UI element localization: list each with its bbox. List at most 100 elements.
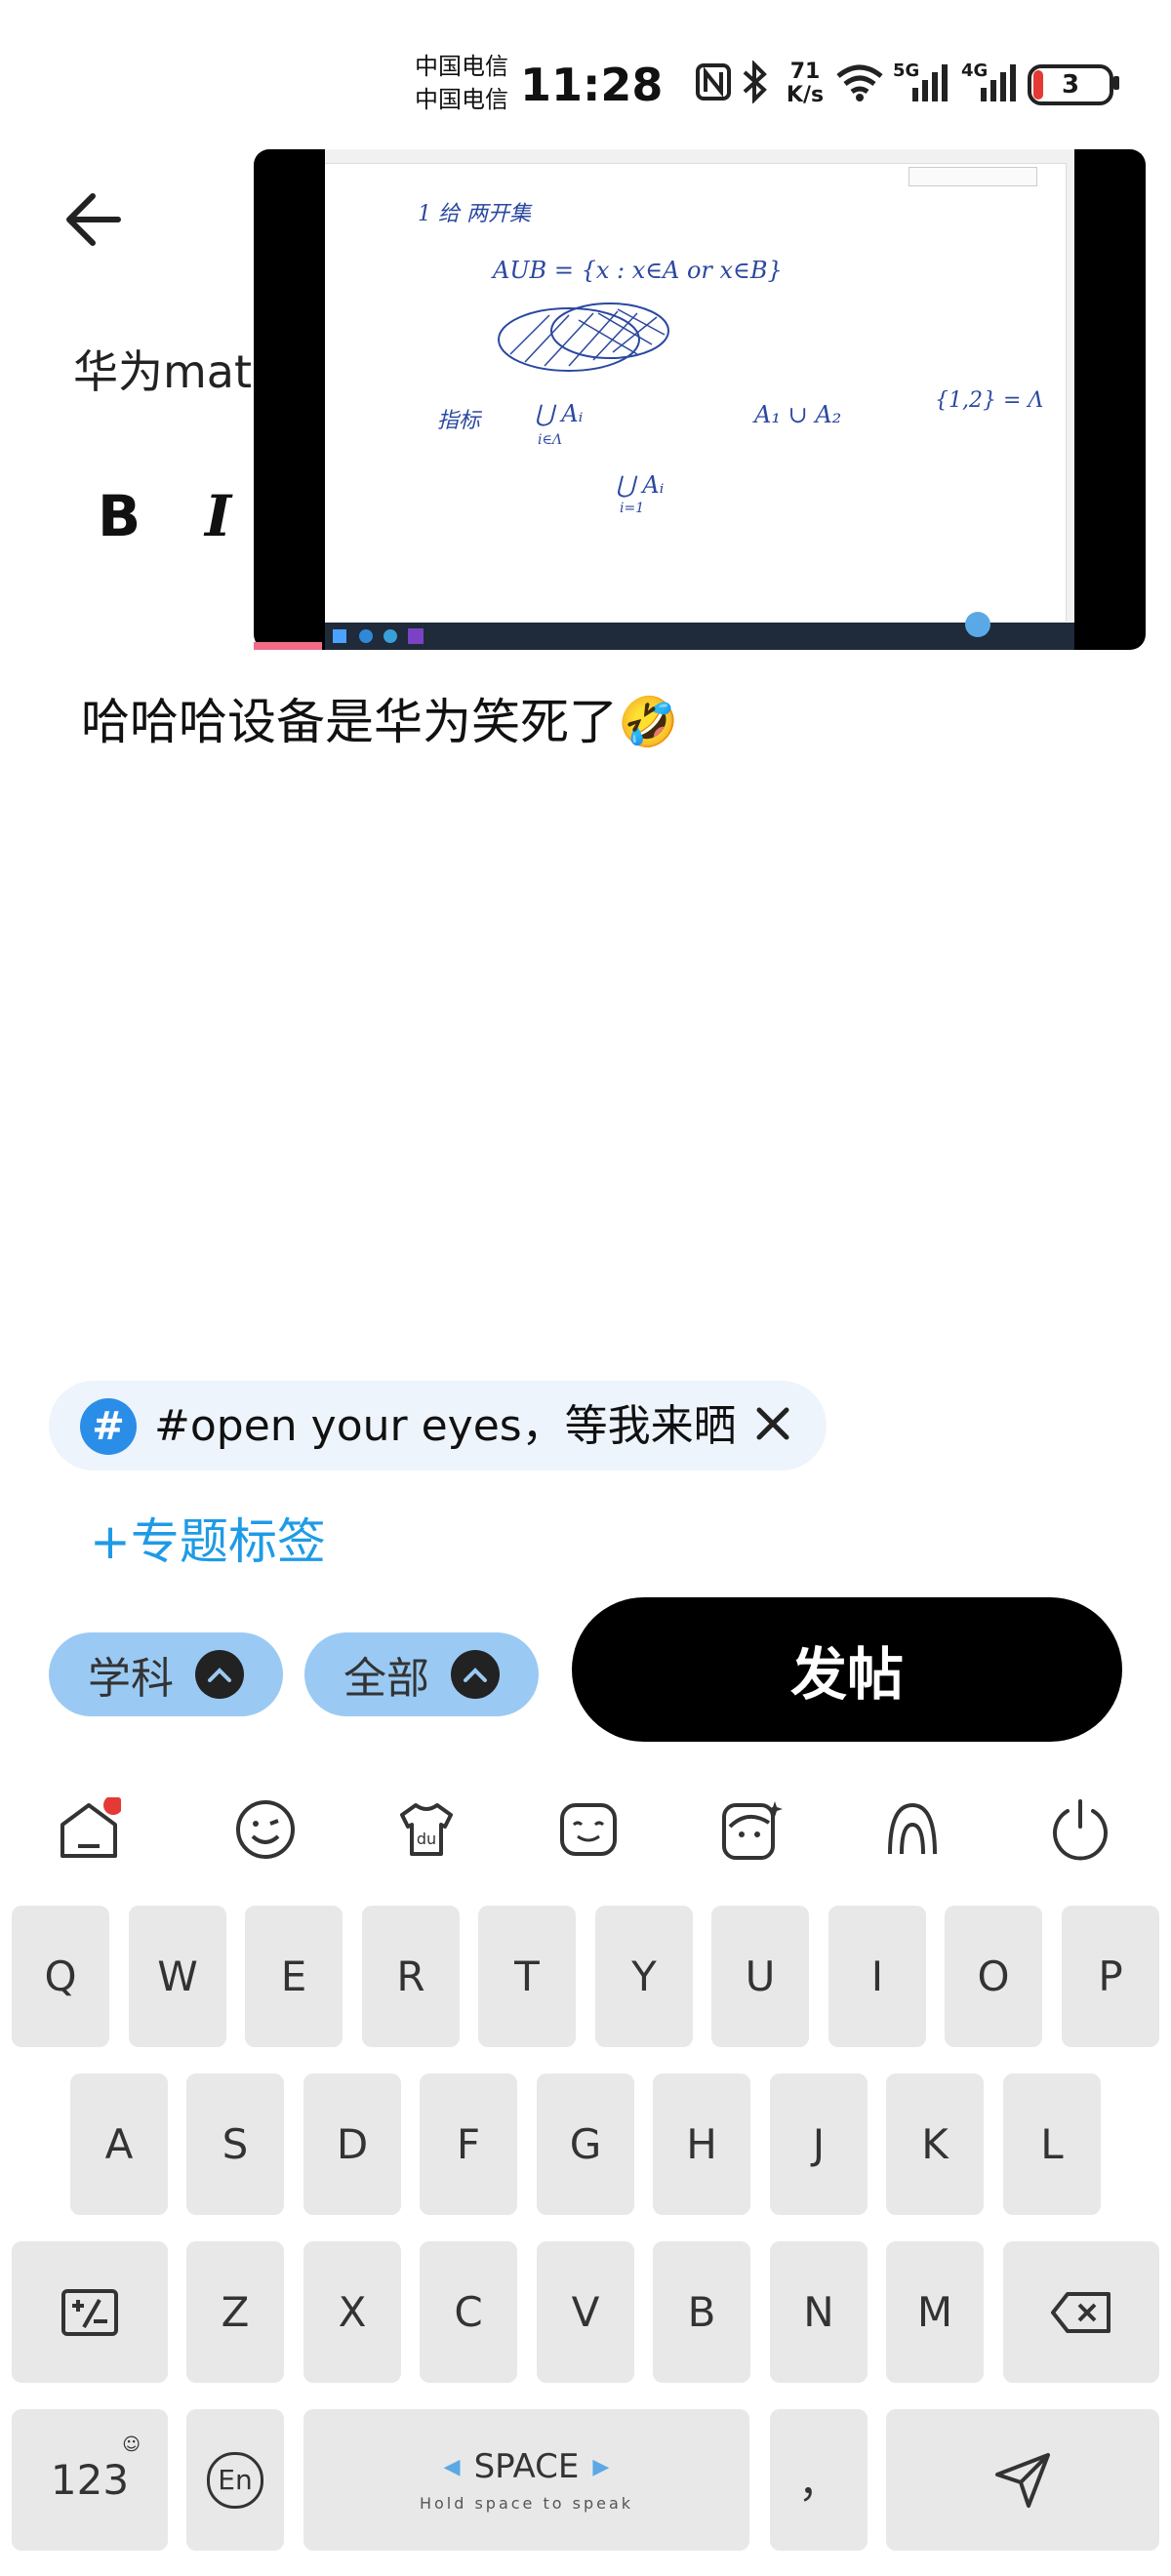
visibility-selector[interactable]: 全部 [304, 1632, 539, 1716]
italic-button[interactable]: I [205, 483, 231, 549]
key-x[interactable]: X [303, 2241, 401, 2383]
key-a[interactable]: A [70, 2073, 168, 2215]
send-key[interactable] [886, 2409, 1159, 2551]
key-s[interactable]: S [186, 2073, 284, 2215]
note-line: 1 给 两开集 [418, 202, 531, 226]
subject-label: 学科 [88, 1654, 174, 1704]
key-r[interactable]: R [362, 1906, 460, 2047]
video-scrollbar [1066, 163, 1074, 622]
key-w[interactable]: W [129, 1906, 226, 2047]
topic-tag-text: #open your eyes，等我来晒 [154, 1401, 737, 1451]
key-n[interactable]: N [770, 2241, 868, 2383]
carrier-1: 中国电信 [415, 53, 508, 80]
home-icon[interactable] [55, 1795, 123, 1864]
note-line: {1,2} = Λ [935, 388, 1044, 413]
clock: 11:28 [520, 59, 664, 111]
video-frame: 1 给 两开集 AUB = {x : x∈A or x∈B} 指标 ⋃ Aᵢ i… [325, 149, 1074, 650]
key-o[interactable]: O [945, 1906, 1042, 2047]
post-body-text[interactable]: 哈哈哈设备是华为笑死了🤣 [81, 683, 678, 753]
chevron-up-icon [195, 1650, 244, 1699]
nfc-icon [695, 62, 732, 110]
key-p[interactable]: P [1062, 1906, 1159, 2047]
numbers-key-label: 123 [50, 2456, 130, 2504]
key-k[interactable]: K [886, 2073, 984, 2215]
space-key[interactable]: ◀ SPACE ▶ Hold space to speak [303, 2409, 749, 2551]
windows-icon [333, 629, 346, 643]
key-g[interactable]: G [537, 2073, 634, 2215]
note-line: AUB = {x : x∈A or x∈B} [493, 257, 783, 284]
handwriting-icon[interactable] [878, 1795, 947, 1864]
key-i[interactable]: I [828, 1906, 926, 2047]
venn-diagram [498, 302, 669, 372]
key-z[interactable]: Z [186, 2241, 284, 2383]
back-button[interactable] [54, 181, 132, 259]
note-line: 指标 [437, 409, 481, 433]
key-m[interactable]: M [886, 2241, 984, 2383]
punctuation-key[interactable]: ， [770, 2409, 868, 2551]
battery-tip [1113, 76, 1119, 90]
space-key-hint: Hold space to speak [419, 2494, 634, 2513]
remove-tag-button[interactable] [744, 1394, 802, 1453]
carrier-2: 中国电信 [415, 86, 508, 113]
backspace-icon [1051, 2291, 1110, 2333]
key-b[interactable]: B [653, 2241, 750, 2383]
svg-text:du: du [417, 1830, 436, 1848]
key-j[interactable]: J [770, 2073, 868, 2215]
sticker-icon[interactable] [554, 1795, 623, 1864]
topic-tag-pill[interactable]: # #open your eyes，等我来晒 [49, 1381, 827, 1470]
power-icon[interactable] [1046, 1795, 1114, 1864]
video-taskbar [325, 623, 1074, 650]
space-key-label: SPACE [473, 2447, 580, 2486]
key-e[interactable]: E [245, 1906, 343, 2047]
app-icon [408, 628, 424, 644]
caret-right-icon: ▶ [592, 2454, 610, 2479]
floating-video-window[interactable]: 1 给 两开集 AUB = {x : x∈A or x∈B} 指标 ⋃ Aᵢ i… [254, 149, 1146, 650]
post-button[interactable]: 发帖 [572, 1597, 1122, 1742]
net1-label: 5G [893, 60, 920, 81]
key-q[interactable]: Q [12, 1906, 109, 2047]
language-key[interactable]: En [186, 2409, 284, 2551]
key-v[interactable]: V [537, 2241, 634, 2383]
key-c[interactable]: C [420, 2241, 517, 2383]
arrow-left-icon [66, 193, 121, 246]
close-icon [756, 1407, 789, 1440]
bold-button[interactable]: B [98, 483, 141, 549]
subject-selector[interactable]: 学科 [49, 1632, 283, 1716]
caret-left-icon: ◀ [443, 2454, 461, 2479]
key-h[interactable]: H [653, 2073, 750, 2215]
net2-label: 4G [961, 60, 989, 81]
post-title-input[interactable]: 华为mat [73, 337, 252, 401]
bluetooth-icon [740, 60, 769, 107]
note-line: i=1 [620, 501, 645, 516]
key-y[interactable]: Y [595, 1906, 693, 2047]
add-topic-tag-link[interactable]: +专题标签 [90, 1503, 326, 1573]
chevron-up-icon [451, 1650, 500, 1699]
battery-level: 3 [1061, 70, 1080, 100]
keyboard-edit-key[interactable] [12, 2241, 168, 2383]
signal-4g-icon: 4G [961, 60, 1020, 107]
video-seek-handle[interactable] [965, 612, 990, 637]
video-progress-bar [254, 642, 322, 650]
emoji-icon[interactable] [231, 1795, 300, 1864]
speed-value: 71 [789, 60, 821, 84]
key-t[interactable]: T [478, 1906, 576, 2047]
skin-icon[interactable]: du [392, 1795, 461, 1864]
smiley-badge-icon: ☺ [122, 2435, 141, 2455]
app-icon [359, 629, 373, 643]
key-u[interactable]: U [711, 1906, 809, 2047]
note-line: i∈Λ [538, 432, 562, 448]
numbers-key[interactable]: 123 ☺ [12, 2409, 168, 2551]
key-f[interactable]: F [420, 2073, 517, 2215]
key-l[interactable]: L [1003, 2073, 1101, 2215]
note-line: ⋃ Aᵢ [616, 471, 665, 499]
avatar-icon[interactable] [716, 1795, 785, 1864]
video-window-titlebar [325, 149, 1074, 164]
network-speed: 71 K/s [781, 60, 829, 107]
cursor-edit-icon [61, 2288, 118, 2336]
signal-5g-icon: 5G [893, 60, 951, 107]
backspace-key[interactable] [1003, 2241, 1159, 2383]
key-d[interactable]: D [303, 2073, 401, 2215]
app-icon [384, 629, 397, 643]
video-window-toolbar [909, 167, 1037, 186]
battery-icon: 3 [1028, 64, 1113, 105]
